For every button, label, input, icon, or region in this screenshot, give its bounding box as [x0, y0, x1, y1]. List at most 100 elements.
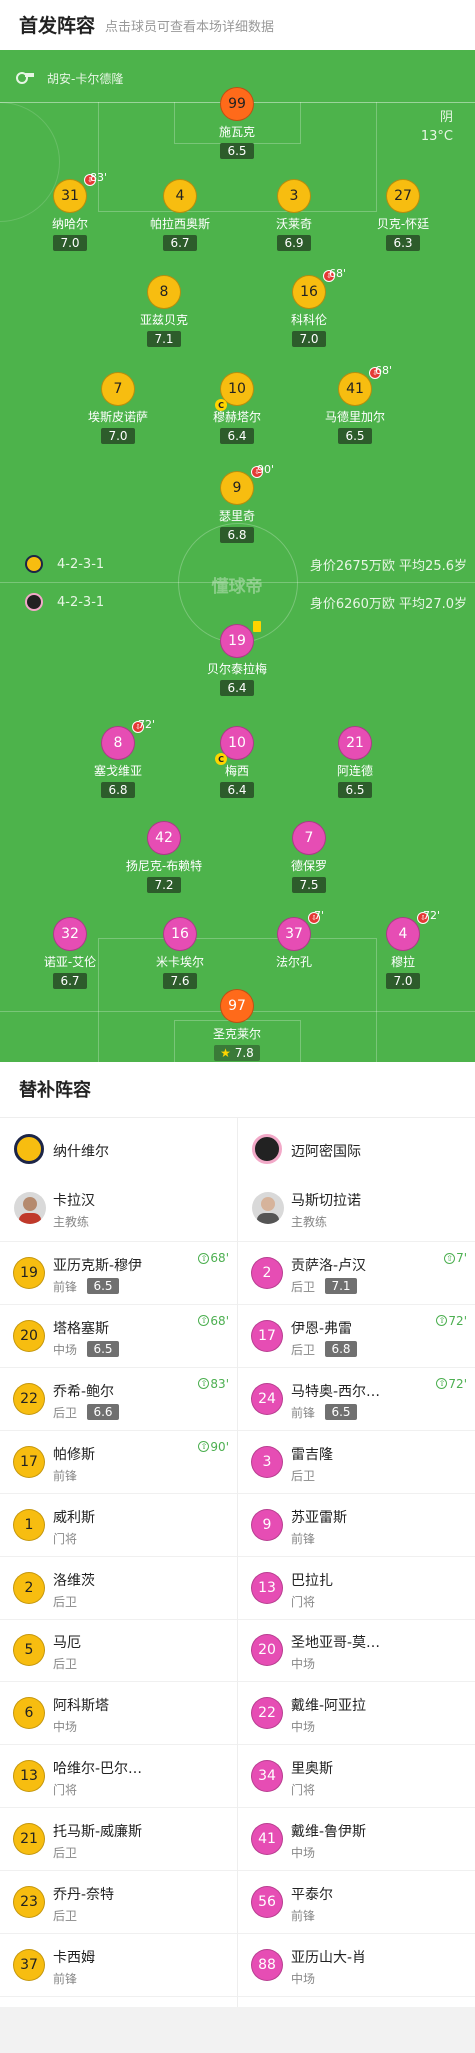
player-number: 41	[251, 1823, 283, 1856]
home-player[interactable]: 4 帕拉西奥斯 6.7	[120, 179, 240, 251]
player-number: 19	[220, 621, 261, 658]
away-sub-player[interactable]: 56 平泰尔 前锋	[238, 1872, 475, 1934]
substitution-minute: 83'	[210, 1376, 229, 1391]
home-team-head[interactable]: 纳什维尔	[0, 1118, 237, 1180]
away-sub-player[interactable]: 20 圣地亚哥-莫… 中场	[238, 1620, 475, 1683]
player-position: 门将	[53, 1783, 78, 1798]
away-team-head[interactable]: 迈阿密国际	[238, 1118, 475, 1180]
player-number-text: 4	[175, 188, 185, 204]
away-player[interactable]: 4 ⇩ 72' 穆拉 7.0	[343, 909, 463, 989]
player-number: 7	[101, 372, 135, 406]
away-sub-player[interactable]: 2 贡萨洛-卢汉 后卫 7.1 ⇧ 7'	[238, 1243, 475, 1305]
home-player[interactable]: 31 ⇩ 83' 纳哈尔 7.0	[10, 171, 130, 251]
away-player[interactable]: 8 ⇩ 72' 塞戈维亚 6.8	[58, 718, 178, 798]
player-rating: 6.5	[325, 1403, 357, 1420]
home-sub-player[interactable]: 19 亚历克斯-穆伊 前锋 6.5 ⇧ 68'	[0, 1243, 237, 1305]
home-sub-player[interactable]: 37 卡西姆 前锋	[0, 1935, 237, 1997]
away-player[interactable]: 21 阿连德 6.5	[295, 726, 415, 798]
away-player[interactable]: 97 圣克莱尔 ★ 7.8	[177, 989, 297, 1061]
player-position: 后卫	[53, 1657, 78, 1672]
player-number: 41 ⇩	[338, 367, 381, 406]
substitution-minute: 90'	[257, 463, 275, 476]
player-number: 4	[163, 179, 197, 213]
player-position: 后卫	[53, 1846, 78, 1861]
away-player[interactable]: 37 ⇩ 7' 法尔孔	[234, 909, 354, 970]
home-coach[interactable]: 卡拉汉 主教练	[0, 1180, 237, 1242]
player-number: 37 ⇩	[277, 912, 320, 951]
player-number: 27	[386, 179, 420, 213]
home-player[interactable]: 7 埃斯皮诺萨 7.0	[58, 372, 178, 444]
home-sub-player[interactable]: 21 托马斯-威廉斯 后卫	[0, 1809, 237, 1872]
away-coach[interactable]: 马斯切拉诺 主教练	[238, 1180, 475, 1242]
away-sub-player[interactable]: 88 亚历山大-肖 中场	[238, 1935, 475, 1997]
player-number-text: 42	[155, 830, 173, 846]
home-sub-player[interactable]: 1 威利斯 门将	[0, 1495, 237, 1557]
player-position: 前锋	[53, 1280, 78, 1294]
away-sub-player[interactable]: 13 巴拉扎 门将	[238, 1558, 475, 1620]
player-rating-value: 7.5	[299, 878, 319, 892]
player-number: 5	[13, 1634, 45, 1667]
player-name: 纳哈尔	[51, 217, 88, 231]
player-name: 伊恩-弗雷	[291, 1320, 353, 1337]
home-player[interactable]: 8 亚兹贝克 7.1	[104, 275, 224, 347]
player-position: 前锋	[291, 1909, 316, 1923]
player-name: 平泰尔	[291, 1887, 333, 1903]
player-position: 前锋	[291, 1405, 316, 1420]
away-sub-player[interactable]: 41 戴维-鲁伊斯 中场	[238, 1809, 475, 1872]
home-player[interactable]: 16 ⇩ 68' 科科伦 7.0	[249, 267, 369, 347]
player-number-text: 10	[228, 735, 246, 751]
home-team-name: 纳什维尔	[53, 1144, 109, 1160]
player-number-text: 27	[394, 188, 412, 204]
substituted-in-icon: ⇧	[436, 1315, 448, 1327]
away-value-info: 身价6260万欧 平均27.0岁	[309, 596, 467, 612]
player-number-text: 16	[300, 284, 318, 300]
player-number: 97	[220, 989, 254, 1023]
player-rating-value: 6.7	[170, 236, 190, 250]
substitution-minute: 7'	[314, 909, 325, 922]
home-player[interactable]: 99 施瓦克 6.5	[177, 87, 297, 159]
player-rating: 7.1	[147, 331, 181, 347]
away-sub-player[interactable]: 17 伊恩-弗雷 后卫 6.8 ⇧ 72'	[238, 1306, 475, 1368]
player-number: 21	[13, 1823, 45, 1856]
away-player[interactable]: 32 诺亚-艾伦 6.7	[10, 917, 130, 989]
home-sub-player[interactable]: 2 洛维茨 后卫	[0, 1558, 237, 1620]
referee-info: 胡安-卡尔德隆	[15, 68, 123, 88]
home-sub-player[interactable]: 17 帕修斯 前锋 ⇧ 90'	[0, 1432, 237, 1494]
away-sub-player[interactable]: 9 苏亚雷斯 前锋	[238, 1495, 475, 1557]
away-sub-player[interactable]: 24 马特奥-西尔… 前锋 6.5 ⇧ 72'	[238, 1369, 475, 1431]
away-player[interactable]: 7 德保罗 7.5	[249, 821, 369, 893]
away-sub-player[interactable]: 3 雷吉隆 后卫	[238, 1432, 475, 1494]
away-player[interactable]: 42 扬尼克-布赖特 7.2	[104, 821, 224, 893]
player-rating-value: 6.4	[227, 681, 247, 695]
away-sub-player[interactable]: 34 里奥斯 门将	[238, 1746, 475, 1809]
player-position: 后卫	[53, 1909, 78, 1923]
away-sub-player[interactable]: 22 戴维-阿亚拉 中场	[238, 1683, 475, 1746]
home-sub-player[interactable]: 13 哈维尔-巴尔… 门将	[0, 1746, 237, 1809]
player-rating-value: 6.8	[227, 528, 247, 542]
home-player[interactable]: 41 ⇩ 68' 马德里加尔 6.5	[295, 364, 415, 444]
substituted-in-icon: ⇧	[198, 1252, 210, 1264]
player-number-text: 3	[289, 188, 299, 204]
temperature: 13°C	[420, 129, 453, 144]
home-player[interactable]: 10 C 穆赫塔尔 6.4	[177, 372, 297, 444]
home-player[interactable]: 3 沃莱奇 6.9	[234, 179, 354, 251]
home-sub-player[interactable]: 6 阿科斯塔 中场	[0, 1683, 237, 1746]
inter-miami-logo-icon	[252, 1134, 282, 1164]
home-sub-player[interactable]: 22 乔希-鲍尔 后卫 6.6 ⇧ 83'	[0, 1369, 237, 1431]
home-player[interactable]: 9 ⇩ 90' 瑟里奇 6.8	[177, 463, 297, 543]
away-player[interactable]: 16 米卡埃尔 7.6	[120, 917, 240, 989]
away-player[interactable]: 19 贝尔泰拉梅 6.4	[177, 621, 297, 696]
home-sub-player[interactable]: 5 马厄 后卫	[0, 1620, 237, 1683]
coach-avatar	[14, 1192, 46, 1224]
substitution-in: ⇧ 72'	[436, 1314, 467, 1328]
player-number: 32	[53, 917, 87, 951]
player-number: 16 ⇩	[292, 270, 335, 309]
player-number: 3	[251, 1445, 283, 1478]
away-player[interactable]: 10 C 梅西 6.4	[177, 726, 297, 798]
football-pitch: 胡安-卡尔德隆 阴 13°C 99 施瓦克 6.5 31 ⇩ 83' 纳哈尔 7.0 4 帕拉西奥…	[0, 50, 475, 1062]
substituted-in-icon: ⇧	[198, 1315, 210, 1327]
home-sub-player[interactable]: 20 塔格塞斯 中场 6.5 ⇧ 68'	[0, 1306, 237, 1368]
home-player[interactable]: 27 贝克-怀廷 6.3	[343, 179, 463, 251]
player-rating: 6.5	[87, 1340, 119, 1357]
home-sub-player[interactable]: 23 乔丹-奈特 后卫	[0, 1872, 237, 1934]
